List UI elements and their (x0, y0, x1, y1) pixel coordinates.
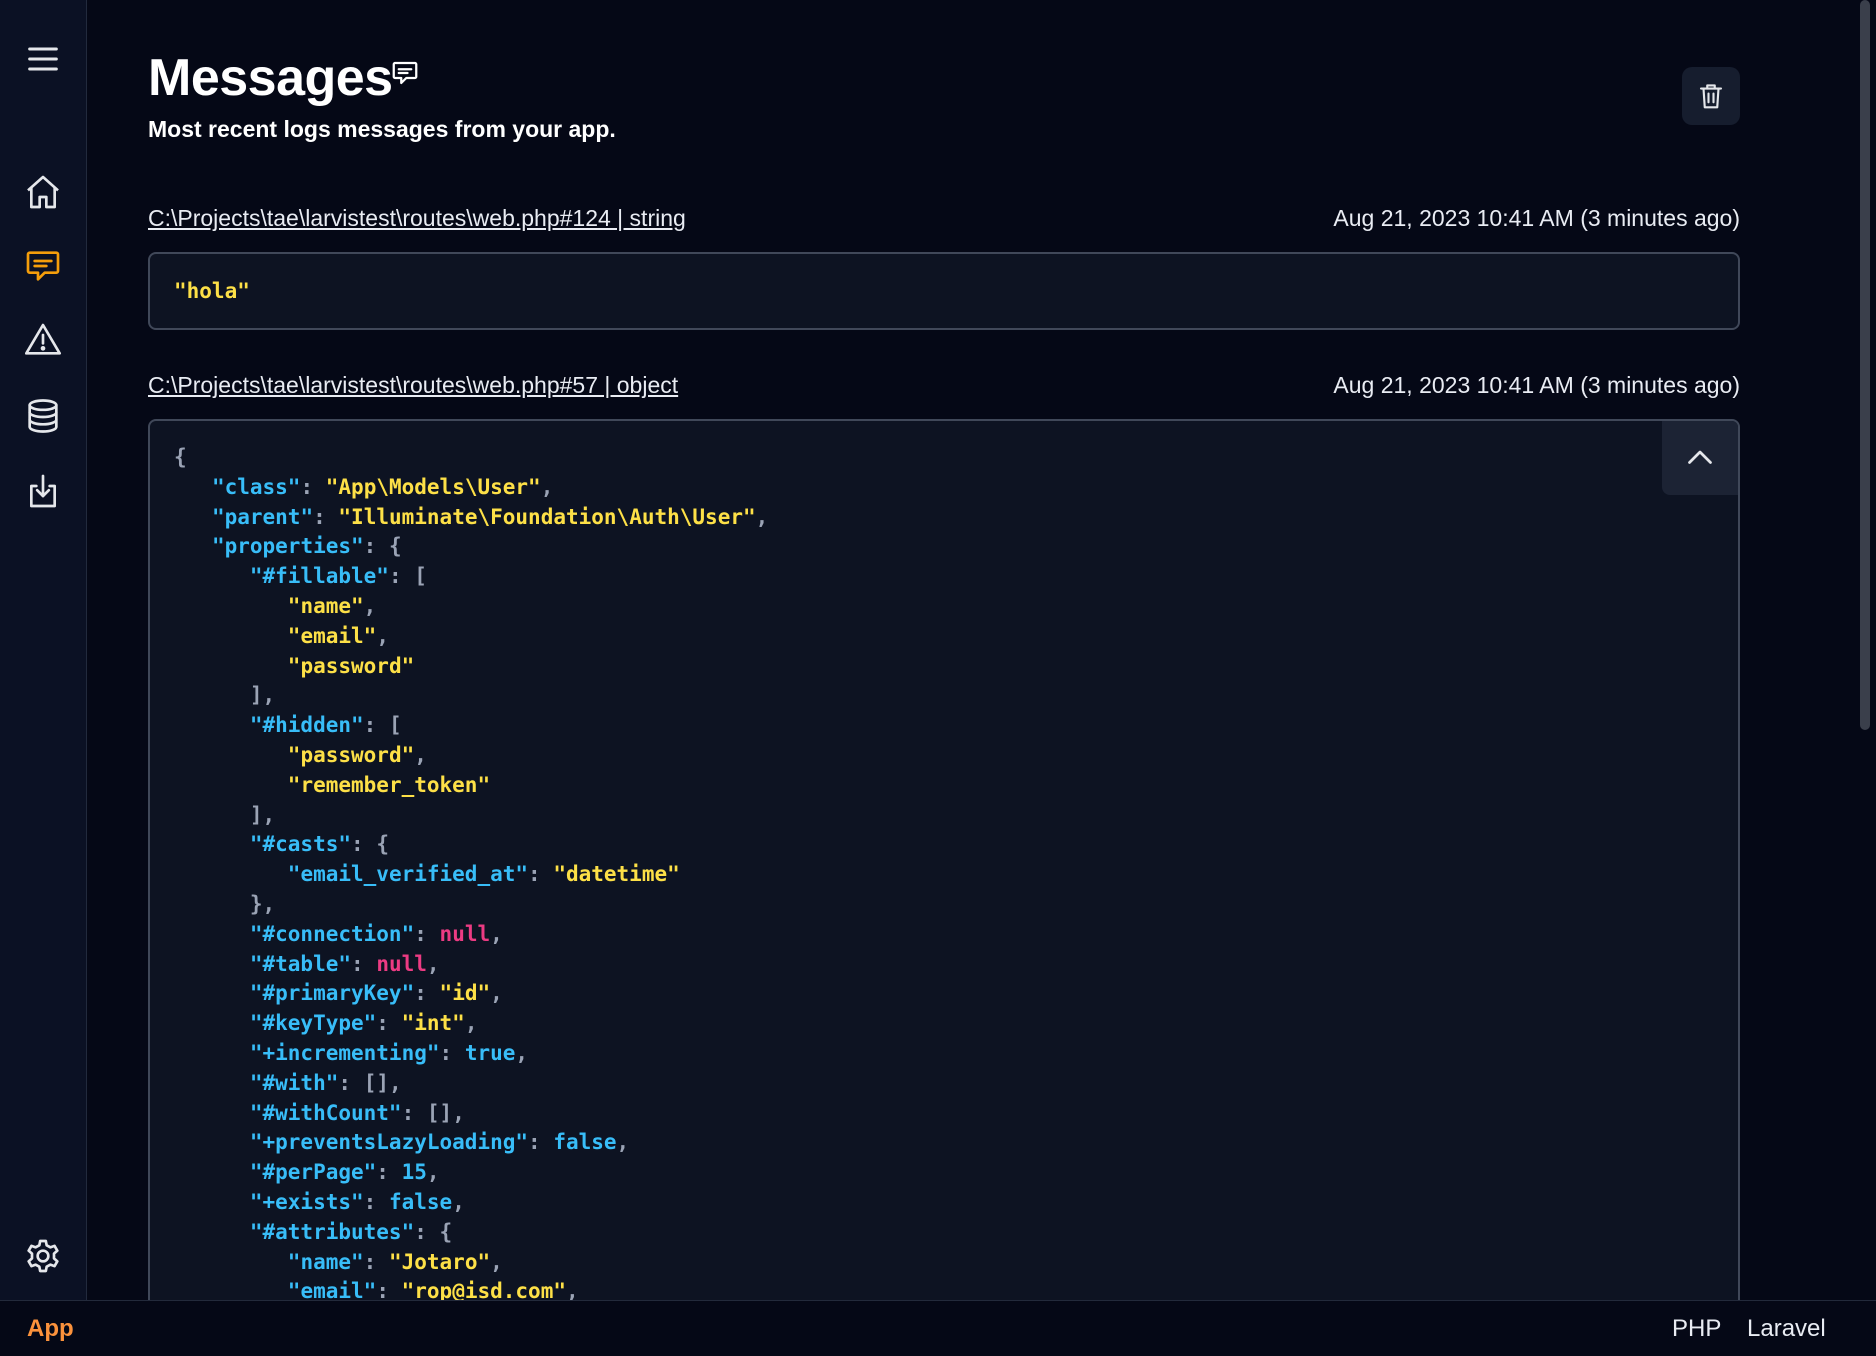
sidebar-item-queries[interactable] (19, 392, 67, 440)
json-line: "+incrementing": true, (249, 1040, 529, 1065)
status-app-label[interactable]: App (27, 1315, 74, 1343)
chevron-up-icon (1688, 450, 1712, 464)
main-content: Messages Most recent logs messages from … (87, 0, 1857, 1319)
json-line: "#with": [], (249, 1070, 402, 1095)
json-line: "password", (287, 742, 427, 767)
clear-messages-button[interactable] (1682, 67, 1740, 125)
page-subtitle: Most recent logs messages from your app. (148, 116, 616, 142)
status-laravel-label[interactable]: Laravel (1747, 1315, 1826, 1343)
sidebar-item-errors[interactable] (19, 316, 67, 364)
json-line: "#table": null, (249, 951, 440, 976)
json-line: "class": "App\Models\User", (211, 474, 554, 499)
json-line: "email_verified_at": "datetime" (287, 862, 680, 887)
sidebar-item-home[interactable] (19, 168, 67, 216)
json-line: "#withCount": [], (249, 1100, 465, 1125)
json-line: "properties": { (211, 534, 402, 559)
json-line: "remember_token" (287, 772, 491, 797)
json-line: "#perPage": 15, (249, 1160, 440, 1185)
json-line: { (174, 445, 187, 469)
download-icon (30, 474, 57, 508)
message-timestamp: Aug 21, 2023 10:41 AM (3 minutes ago) (1333, 205, 1740, 231)
message-json: { "class": "App\Models\User", "parent": … (174, 443, 768, 1307)
json-line: ], (249, 683, 276, 708)
json-line: "#attributes": { (249, 1219, 453, 1244)
json-line: "#casts": { (249, 832, 389, 857)
sidebar (0, 0, 87, 1300)
sidebar-item-requests[interactable] (19, 467, 67, 515)
json-line: "name": "Jotaro", (287, 1249, 503, 1274)
message-content-box: { "class": "App\Models\User", "parent": … (148, 419, 1740, 1319)
json-line: "name", (287, 593, 377, 618)
json-line: "#primaryKey": "id", (249, 981, 503, 1006)
message-timestamp: Aug 21, 2023 10:41 AM (3 minutes ago) (1333, 372, 1740, 398)
scrollbar[interactable] (1857, 0, 1876, 1300)
warning-icon (25, 323, 62, 355)
message-value: "hola" (174, 279, 250, 303)
json-line: }, (249, 891, 276, 916)
json-line: "#keyType": "int", (249, 1011, 478, 1036)
menu-icon (28, 47, 58, 71)
menu-button[interactable] (19, 35, 67, 83)
sidebar-item-settings[interactable] (19, 1232, 67, 1280)
sidebar-item-messages[interactable] (19, 242, 67, 290)
json-line: "#connection": null, (249, 921, 503, 946)
trash-icon (1699, 84, 1723, 109)
json-line: "email", (287, 623, 389, 648)
message-icon (392, 61, 418, 85)
message-source-link[interactable]: C:\Projects\tae\larvistest\routes\web.ph… (148, 372, 678, 399)
json-line: "#hidden": [ (249, 713, 402, 738)
collapse-button[interactable] (1662, 421, 1738, 495)
json-line: ], (249, 802, 276, 827)
json-line: "+preventsLazyLoading": false, (249, 1130, 630, 1155)
app-window: Messages Most recent logs messages from … (0, 0, 1876, 1356)
home-icon (27, 175, 59, 209)
json-line: "password" (287, 653, 415, 678)
message-content-box: "hola" (148, 252, 1740, 330)
status-php-label[interactable]: PHP (1672, 1315, 1721, 1343)
message-source-link[interactable]: C:\Projects\tae\larvistest\routes\web.ph… (148, 205, 686, 232)
json-line: "#fillable": [ (249, 564, 427, 589)
page-title: Messages (148, 49, 393, 107)
scrollbar-thumb[interactable] (1860, 0, 1870, 730)
json-line: "parent": "Illuminate\Foundation\Auth\Us… (211, 504, 769, 529)
messages-icon (26, 251, 60, 281)
settings-icon (27, 1239, 59, 1273)
status-bar: App PHP Laravel (0, 1300, 1876, 1356)
json-line: "+exists": false, (249, 1189, 465, 1214)
database-icon (28, 399, 58, 433)
